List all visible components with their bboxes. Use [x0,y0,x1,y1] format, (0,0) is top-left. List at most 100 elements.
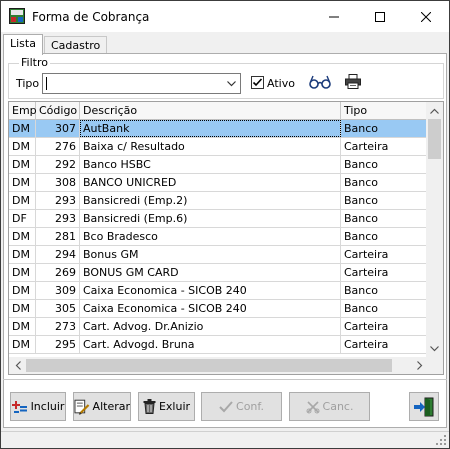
exit-button[interactable] [409,392,439,421]
column-header-tipo[interactable]: Tipo [341,102,427,120]
excluir-button[interactable]: Exluir [138,392,195,421]
table-row[interactable]: DM 295 Cart. Advogd. Bruna Carteira [9,336,427,354]
cell-emp: DM [9,228,36,245]
cell-emp: DM [9,174,36,191]
cell-codigo: 293 [36,192,80,209]
cell-tipo: Carteira [341,138,427,155]
cell-emp: DM [9,192,36,209]
alterar-button[interactable]: Alterar [73,392,131,421]
cell-descricao: Bansicredi (Emp.6) [80,210,341,227]
cancel-scissors-icon [306,400,320,413]
table-row[interactable]: DM 281 Bco Bradesco Banco [9,228,427,246]
cell-tipo: Carteira [341,264,427,281]
title-bar[interactable]: Forma de Cobrança [1,1,449,32]
cell-codigo: 276 [36,138,80,155]
cell-codigo: 308 [36,174,80,191]
trash-icon [143,399,156,414]
close-button[interactable] [403,1,449,32]
checkmark-icon [219,400,233,412]
scroll-up-button[interactable] [426,102,443,119]
cell-emp: DF [9,210,36,227]
minimize-button[interactable] [311,1,357,32]
cobranca-grid[interactable]: Emp Código Descrição Tipo DM 307 AutBank Ba… [8,101,444,375]
scroll-left-button[interactable] [9,357,26,374]
cell-tipo: Banco [341,300,427,317]
minimize-icon [329,16,339,17]
ativo-checkbox[interactable] [251,76,264,89]
grid-rows: DM 307 AutBank Banco DM 276 Baixa c/ Resultado… [9,120,427,354]
vertical-scroll-thumb[interactable] [428,119,441,159]
table-row[interactable]: DM 308 BANCO UNICRED Banco [9,174,427,192]
tab-cadastro[interactable]: Cadastro [44,36,108,54]
tipo-label: Tipo [16,77,40,90]
window: Forma de Cobrança Lista Cadastro Filtro … [0,0,450,449]
cell-tipo: Banco [341,120,427,137]
cell-descricao: BONUS GM CARD [80,264,341,281]
add-record-icon [11,400,27,413]
text-caret [46,77,47,90]
table-row[interactable]: DM 305 Caixa Economica - SICOB 240 Banco [9,300,427,318]
excluir-label: Exluir [158,400,191,413]
exit-door-icon [414,397,434,416]
column-header-descricao[interactable]: Descrição [80,102,341,120]
ativo-label[interactable]: Ativo [267,77,295,90]
cell-emp: DM [9,156,36,173]
conf-button[interactable]: Conf. [201,392,282,421]
horizontal-scrollbar[interactable] [9,357,428,374]
canc-label: Canc. [322,400,354,413]
horizontal-scroll-thumb[interactable] [26,359,392,372]
grid-header: Emp Código Descrição Tipo [9,102,427,120]
cell-emp: DM [9,120,36,137]
check-icon [252,78,263,87]
cell-descricao: Banco HSBC [80,156,341,173]
cell-tipo: Banco [341,192,427,209]
table-row[interactable]: DM 309 Caixa Economica - SICOB 240 Banco [9,282,427,300]
cell-codigo: 307 [36,120,80,137]
scrollbar-corner [426,357,443,374]
table-row[interactable]: DM 293 Bansicredi (Emp.2) Banco [9,192,427,210]
table-row[interactable]: DM 307 AutBank Banco [9,120,427,138]
table-row[interactable]: DM 269 BONUS GM CARD Carteira [9,264,427,282]
printer-icon[interactable] [345,74,361,89]
table-row[interactable]: DM 294 Bonus GM Carteira [9,246,427,264]
filter-group: Filtro Tipo Ativo [8,56,444,99]
cell-descricao: Cart. Advogd. Bruna [80,336,341,353]
cell-descricao: Bonus GM [80,246,341,263]
cell-tipo: Banco [341,228,427,245]
scroll-down-button[interactable] [426,340,443,357]
toolbar-divider [3,379,447,380]
cell-codigo: 295 [36,336,80,353]
tab-lista[interactable]: Lista [3,34,43,55]
cell-codigo: 281 [36,228,80,245]
column-header-emp[interactable]: Emp [9,102,37,120]
table-row[interactable]: DF 293 Bansicredi (Emp.6) Banco [9,210,427,228]
cell-tipo: Banco [341,282,427,299]
table-row[interactable]: DM 273 Cart. Advog. Dr.Anizio Carteira [9,318,427,336]
edit-document-icon [74,399,90,415]
cell-emp: DM [9,246,36,263]
incluir-label: Incluir [30,400,65,413]
table-row[interactable]: DM 276 Baixa c/ Resultado Carteira [9,138,427,156]
glasses-icon[interactable] [309,75,331,89]
cell-emp: DM [9,336,36,353]
tipo-dropdown-button[interactable] [224,76,238,91]
chevron-down-icon [430,345,439,351]
cell-descricao: Bco Bradesco [80,228,341,245]
cell-emp: DM [9,264,36,281]
chevron-down-icon [226,80,236,86]
cell-tipo: Banco [341,156,427,173]
resize-grip-icon[interactable] [436,435,447,446]
vertical-scrollbar[interactable] [426,102,443,357]
cell-codigo: 294 [36,246,80,263]
cell-codigo: 292 [36,156,80,173]
column-header-codigo[interactable]: Código [36,102,80,120]
cell-descricao: Caixa Economica - SICOB 240 [80,300,341,317]
table-row[interactable]: DM 292 Banco HSBC Banco [9,156,427,174]
tipo-combobox[interactable] [42,73,241,94]
status-bar [1,431,449,448]
cell-descricao: Baixa c/ Resultado [80,138,341,155]
cell-descricao: Caixa Economica - SICOB 240 [80,282,341,299]
canc-button[interactable]: Canc. [289,392,370,421]
maximize-button[interactable] [357,1,403,32]
incluir-button[interactable]: Incluir [10,392,66,421]
